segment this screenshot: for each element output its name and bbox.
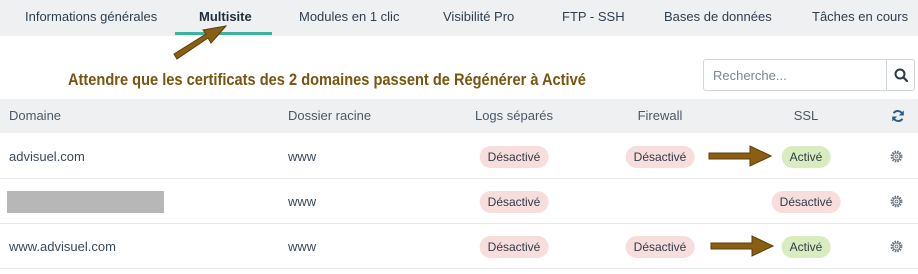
- folder-cell: www: [288, 239, 317, 254]
- tab-ftp-ssh[interactable]: FTP - SSH: [562, 0, 625, 36]
- table-header: Domaine Dossier racine Logs séparés Fire…: [0, 99, 918, 133]
- column-header-logs-separes: Logs séparés: [474, 108, 554, 123]
- ssl-status-badge[interactable]: Activé: [781, 146, 831, 168]
- redacted-domain: [7, 191, 164, 213]
- tab-bar: Informations générales Multisite Modules…: [0, 0, 918, 36]
- search-icon: [894, 68, 909, 83]
- table-row: advisuel.com www Désactivé Désactivé Act…: [0, 134, 918, 179]
- logs-status-badge[interactable]: Désactivé: [479, 191, 549, 213]
- table-row: www Désactivé Désactivé: [0, 179, 918, 224]
- domain-cell: www.advisuel.com: [9, 239, 116, 254]
- column-header-ssl: SSL: [793, 108, 819, 123]
- gear-icon[interactable]: [889, 149, 904, 164]
- annotation-arrow-icon: [173, 25, 228, 60]
- column-header-firewall: Firewall: [637, 108, 683, 123]
- folder-cell: www: [288, 194, 317, 209]
- ssl-status-badge[interactable]: Désactivé: [771, 191, 841, 213]
- logs-status-badge[interactable]: Désactivé: [479, 146, 549, 168]
- tab-taches-en-cours[interactable]: Tâches en cours: [812, 0, 908, 36]
- column-header-dossier-racine: Dossier racine: [288, 108, 372, 123]
- column-header-domaine: Domaine: [9, 108, 62, 123]
- annotation-arrow-icon: [708, 145, 772, 167]
- annotation-text: Attendre que les certificats des 2 domai…: [68, 70, 586, 89]
- search-input[interactable]: [704, 60, 887, 90]
- gear-icon[interactable]: [889, 239, 904, 254]
- logs-status-badge[interactable]: Désactivé: [479, 236, 549, 258]
- tab-informations-generales[interactable]: Informations générales: [25, 0, 157, 36]
- refresh-icon[interactable]: [891, 109, 905, 123]
- gear-icon[interactable]: [889, 194, 904, 209]
- firewall-status-badge[interactable]: Désactivé: [625, 146, 695, 168]
- annotation-arrow-icon: [710, 235, 774, 257]
- tab-bases-de-donnees[interactable]: Bases de données: [664, 0, 772, 36]
- firewall-status-badge[interactable]: Désactivé: [625, 236, 695, 258]
- ssl-status-badge[interactable]: Activé: [781, 236, 831, 258]
- table-row: www.advisuel.com www Désactivé Désactivé…: [0, 224, 918, 269]
- folder-cell: www: [288, 149, 317, 164]
- search-box: [703, 59, 915, 91]
- search-button[interactable]: [886, 60, 914, 90]
- tab-visibilite-pro[interactable]: Visibilité Pro: [443, 0, 514, 36]
- domain-cell: advisuel.com: [9, 149, 85, 164]
- tab-modules-1-clic[interactable]: Modules en 1 clic: [299, 0, 399, 36]
